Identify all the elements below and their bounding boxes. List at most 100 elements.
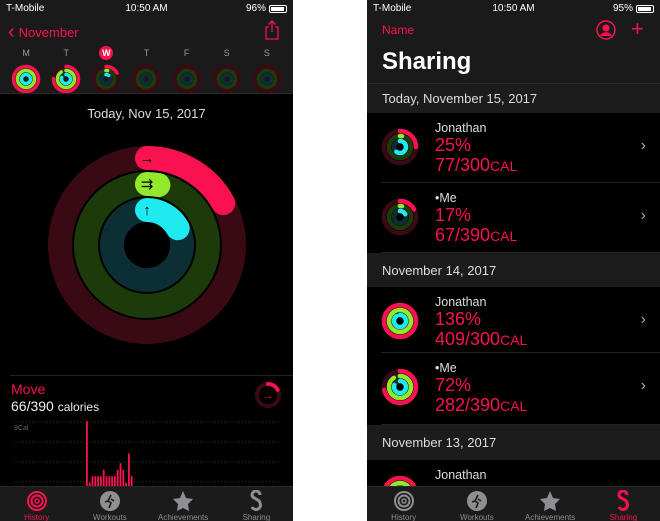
section-header: November 13, 2017 — [367, 425, 660, 460]
day-rings — [212, 64, 242, 94]
day-rings — [11, 64, 41, 94]
chart-bar — [102, 469, 105, 486]
chart-bar — [114, 476, 116, 486]
exercise-arrow-icon: ⇉ — [141, 176, 154, 193]
tab-label: History — [391, 513, 417, 521]
friend-row[interactable]: •Me 17% 67/390CAL › — [367, 183, 660, 253]
workouts-icon — [466, 491, 487, 511]
history-icon — [393, 491, 414, 511]
stand-ring-track — [260, 72, 274, 86]
day-0[interactable]: M — [9, 46, 43, 96]
share-icon[interactable] — [264, 20, 280, 40]
name-button[interactable]: Name — [382, 23, 414, 37]
day-2[interactable]: W — [89, 46, 123, 96]
date-label: Today, Nov 15, 2017 — [87, 106, 206, 121]
move-percent: 25% — [435, 135, 472, 155]
move-calories: 77/300CAL — [435, 155, 518, 175]
move-chart — [14, 421, 280, 486]
friend-name: Jonathan — [435, 295, 487, 309]
battery-icon — [636, 4, 654, 13]
stand-ring-progress — [59, 72, 73, 86]
chart-bar — [130, 476, 133, 486]
day-label: T — [63, 48, 69, 58]
page-title: Sharing — [382, 48, 472, 75]
sharing-icon — [617, 490, 630, 511]
day-rings — [132, 64, 161, 94]
move-percent: 17% — [435, 205, 472, 225]
status-bar: T-Mobile 10:50 AM 95% — [367, 0, 660, 18]
tab-label: Workouts — [460, 513, 494, 521]
chart-scale-label: 9Cal — [14, 425, 29, 432]
friend-name: Jonathan — [435, 121, 487, 135]
tab-history[interactable]: History — [367, 487, 440, 521]
tab-workouts[interactable]: Workouts — [440, 487, 513, 521]
move-calories: 282/390CAL — [435, 395, 528, 415]
history-icon — [26, 491, 47, 511]
chart-bar — [108, 476, 111, 486]
chevron-right-icon: › — [640, 311, 646, 328]
day-label: M — [22, 48, 30, 58]
chart-bar — [97, 476, 99, 486]
tab-achievements[interactable]: Achievements — [514, 487, 587, 521]
day-4[interactable]: F — [170, 46, 204, 96]
chevron-right-icon: › — [640, 377, 646, 394]
chart-bar — [105, 476, 108, 486]
day-label: S — [223, 48, 230, 58]
chart-bar — [116, 469, 119, 486]
activity-rings[interactable]: → ⇉ ↑ — [47, 145, 247, 345]
stand-ring-track — [180, 72, 193, 86]
stand-ring-progress — [391, 312, 409, 330]
section-header: November 14, 2017 — [367, 253, 660, 287]
move-calories: 409/300CAL — [435, 329, 528, 349]
move-calories: 67/390CAL — [435, 225, 518, 245]
chart-bar — [111, 476, 113, 486]
arrow-right-icon: → — [263, 390, 274, 402]
move-ring-button[interactable]: → — [254, 381, 282, 409]
day-label: W — [99, 46, 114, 60]
day-3[interactable]: T — [129, 46, 163, 96]
friend-rings — [381, 302, 419, 340]
tab-label: Achievements — [158, 513, 209, 521]
day-1[interactable]: T — [49, 46, 83, 96]
tab-label: Sharing — [242, 513, 271, 521]
plus-icon[interactable]: + — [631, 16, 644, 42]
tab-bar: History Workouts Achievements Sharing — [367, 486, 660, 521]
section-header: Today, November 15, 2017 — [367, 84, 660, 113]
day-6[interactable]: S — [250, 46, 284, 96]
chart-bar — [91, 476, 94, 486]
tab-achievements[interactable]: Achievements — [147, 487, 220, 521]
tab-sharing[interactable]: Sharing — [220, 487, 293, 521]
move-value: 66/390 calories — [11, 398, 100, 414]
friend-rings — [381, 368, 419, 406]
back-button[interactable]: ‹ November — [8, 21, 79, 44]
stand-ring-progress — [391, 378, 409, 396]
friend-name: Jonathan — [435, 468, 487, 482]
chart-bar — [119, 463, 122, 486]
tab-sharing[interactable]: Sharing — [587, 487, 660, 521]
friend-row[interactable]: •Me 72% 282/390CAL › — [367, 353, 660, 425]
chart-bar — [122, 469, 125, 486]
stand-ring-track — [140, 72, 153, 86]
friend-name: •Me — [435, 361, 457, 375]
tab-label: Workouts — [93, 513, 127, 521]
day-label: F — [183, 48, 190, 58]
stand-arrow-icon: ↑ — [143, 202, 151, 219]
stand-ring-track — [220, 72, 234, 86]
move-percent: 136% — [435, 309, 482, 329]
day-rings — [252, 64, 282, 94]
profile-icon[interactable] — [596, 20, 616, 40]
tab-workouts[interactable]: Workouts — [73, 487, 146, 521]
battery-icon — [269, 4, 287, 13]
day-5[interactable]: S — [210, 46, 244, 96]
friend-row[interactable]: Jonathan 136% 409/300CAL › — [367, 287, 660, 353]
tab-label: History — [24, 513, 50, 521]
chevron-left-icon: ‹ — [8, 21, 15, 43]
tab-history[interactable]: History — [0, 487, 73, 521]
friend-rings — [381, 198, 419, 236]
sharing-screen: T-Mobile 10:50 AM 95% Name + Sharing Tod… — [367, 0, 660, 521]
friend-row[interactable]: Jonathan 25% 77/300CAL › — [367, 113, 660, 183]
day-rings — [92, 64, 121, 94]
chevron-right-icon: › — [640, 137, 646, 154]
day-rings — [51, 64, 81, 94]
sharing-icon — [250, 490, 263, 511]
